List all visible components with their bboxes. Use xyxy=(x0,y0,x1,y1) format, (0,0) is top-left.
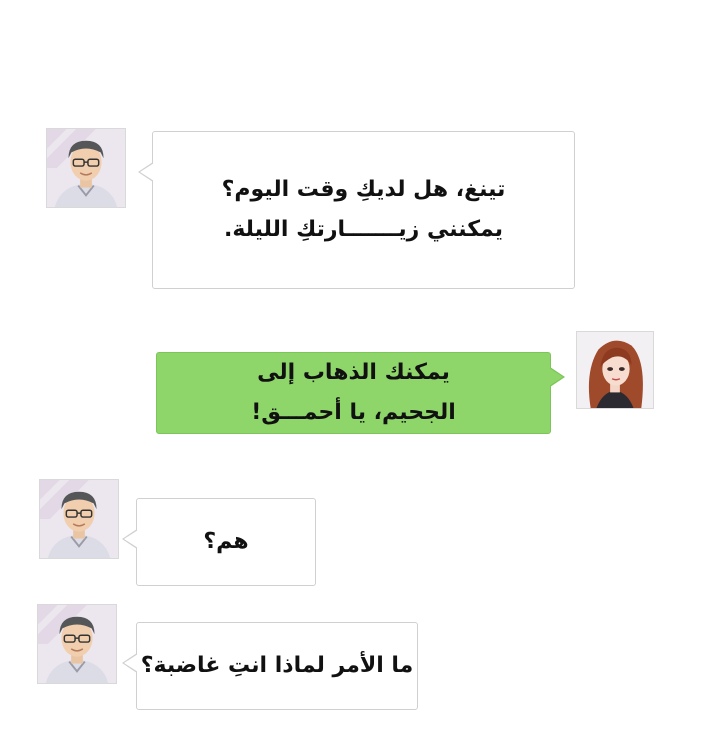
man-avatar-icon[interactable] xyxy=(37,604,117,684)
message-text-2: يمكنك الذهاب إلى الجحيم، يا أحمـــق! xyxy=(251,360,456,425)
man-avatar-icon[interactable] xyxy=(39,479,119,559)
message-bubble-4[interactable]: ما الأمر لماذا انتِ غاضبة؟ xyxy=(122,622,418,710)
woman-avatar-icon[interactable] xyxy=(576,331,654,409)
message-text-1: تينغ، هل لديكِ وقت اليوم؟ يمكنني زيـــــ… xyxy=(221,177,506,242)
message-bubble-1[interactable]: تينغ، هل لديكِ وقت اليوم؟ يمكنني زيـــــ… xyxy=(138,131,575,289)
message-text-4: ما الأمر لماذا انتِ غاضبة؟ xyxy=(140,653,414,678)
message-bubble-2[interactable]: يمكنك الذهاب إلى الجحيم، يا أحمـــق! xyxy=(156,352,565,434)
message-bubble-3[interactable]: هم؟ xyxy=(122,498,316,586)
message-text-3: هم؟ xyxy=(203,529,249,554)
man-avatar-icon[interactable] xyxy=(46,128,126,208)
